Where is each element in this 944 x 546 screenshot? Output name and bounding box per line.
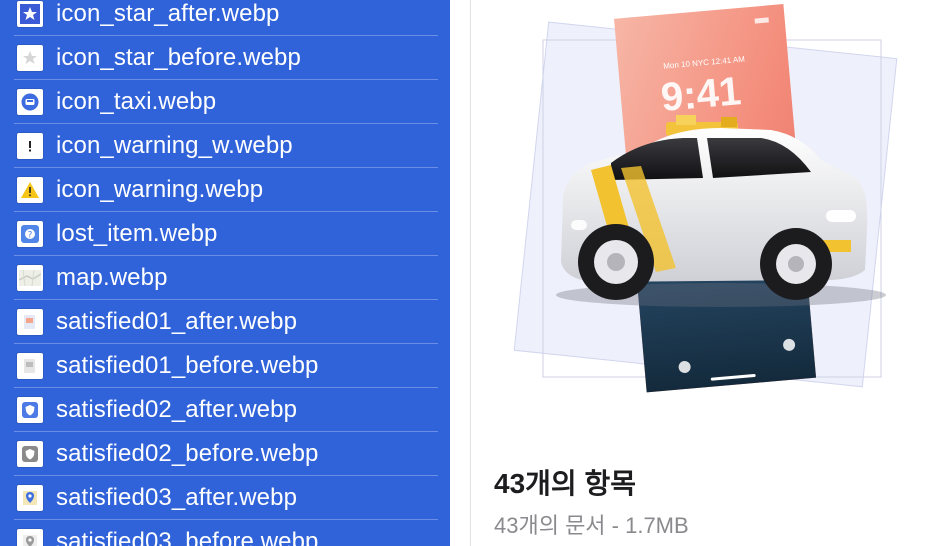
- star-outline-icon: [17, 45, 43, 71]
- location-pin-icon: [17, 485, 43, 511]
- lost-item-icon: ?: [17, 221, 43, 247]
- location-pin-icon: [17, 529, 43, 546]
- satisfied-icon: [17, 353, 43, 379]
- file-name: icon_star_after.webp: [56, 0, 280, 27]
- warning-icon: [17, 177, 43, 203]
- file-item-satisfied02-after[interactable]: satisfied02_after.webp: [14, 388, 438, 432]
- file-name: satisfied01_after.webp: [56, 308, 298, 335]
- file-item-map[interactable]: map.webp: [14, 256, 438, 300]
- file-name: map.webp: [56, 264, 168, 291]
- file-item-icon-warning-w[interactable]: icon_warning_w.webp: [14, 124, 438, 168]
- file-item-satisfied03-after[interactable]: satisfied03_after.webp: [14, 476, 438, 520]
- file-name: satisfied02_before.webp: [56, 440, 319, 467]
- star-filled-icon: [17, 1, 43, 27]
- file-name: satisfied02_after.webp: [56, 396, 298, 423]
- file-name: lost_item.webp: [56, 220, 218, 247]
- selection-count-title: 43개의 항목: [494, 468, 636, 499]
- file-name: icon_star_before.webp: [56, 44, 301, 71]
- file-item-satisfied01-after[interactable]: satisfied01_after.webp: [14, 300, 438, 344]
- shield-gray-icon: [17, 441, 43, 467]
- file-name: icon_taxi.webp: [56, 88, 217, 115]
- file-item-satisfied02-before[interactable]: satisfied02_before.webp: [14, 432, 438, 476]
- shield-blue-icon: [17, 397, 43, 423]
- file-item-icon-warning[interactable]: icon_warning.webp: [14, 168, 438, 212]
- stacked-preview-thumbnails: Mon 10 NYC 12:41 AM 9:41: [513, 4, 898, 393]
- file-item-icon-star-before[interactable]: icon_star_before.webp: [14, 36, 438, 80]
- file-item-satisfied03-before[interactable]: satisfied03_before.webp: [14, 520, 438, 546]
- svg-text:?: ?: [28, 231, 33, 241]
- satisfied-icon: [17, 309, 43, 335]
- selection-summary: 43개의 문서 - 1.7MB: [494, 513, 689, 538]
- file-name: satisfied03_before.webp: [56, 528, 319, 546]
- phone-time: 9:41: [659, 69, 743, 120]
- file-item-lost-item[interactable]: ? lost_item.webp: [14, 212, 438, 256]
- file-item-icon-taxi[interactable]: icon_taxi.webp: [14, 80, 438, 124]
- file-item-icon-star-after[interactable]: icon_star_after.webp: [14, 0, 438, 36]
- file-name: satisfied01_before.webp: [56, 352, 319, 379]
- file-name: icon_warning_w.webp: [56, 132, 293, 159]
- file-item-satisfied01-before[interactable]: satisfied01_before.webp: [14, 344, 438, 388]
- file-name: icon_warning.webp: [56, 176, 264, 203]
- warning-white-icon: [17, 133, 43, 159]
- file-list: icon_star_after.webp icon_star_before.we…: [0, 0, 450, 546]
- taxi-icon: [17, 89, 43, 115]
- file-name: satisfied03_after.webp: [56, 484, 298, 511]
- map-icon: [17, 265, 43, 291]
